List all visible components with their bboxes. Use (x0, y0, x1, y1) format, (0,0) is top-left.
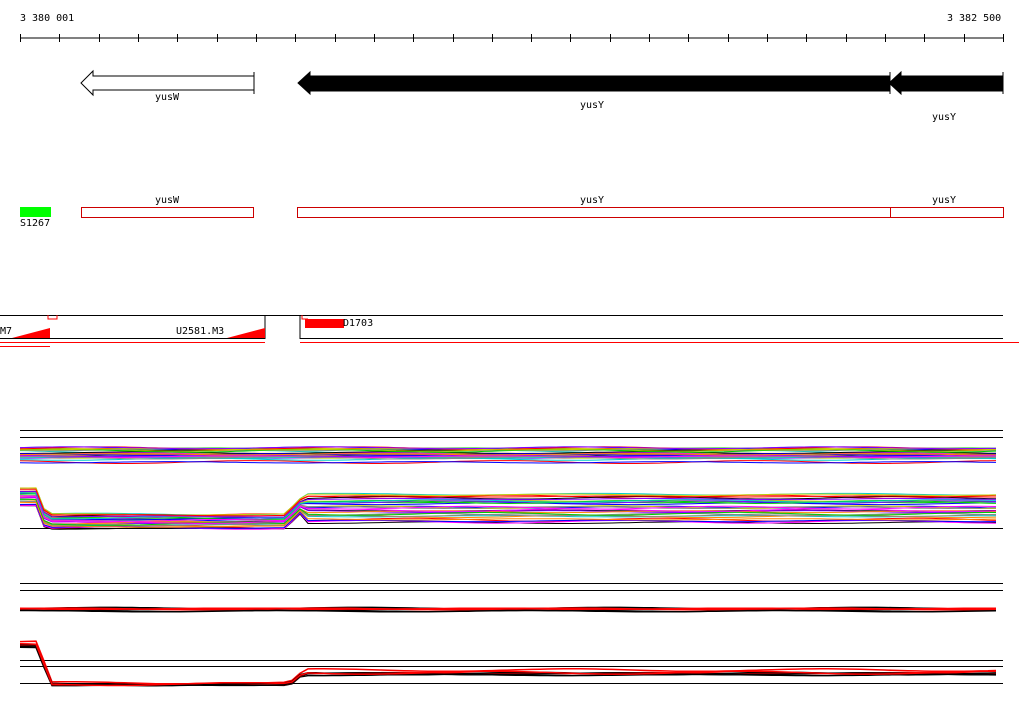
profile-track-3 (19, 583, 1003, 613)
marker-label: S1267 (20, 218, 51, 229)
profile-track-1 (19, 430, 1003, 464)
profile-line (19, 640, 997, 686)
profile-track-4 (19, 640, 1003, 687)
segment-track (0, 315, 1019, 347)
marker-s1267[interactable] (20, 207, 51, 217)
feature-track (20, 207, 1004, 218)
genome-browser-canvas (0, 34, 1019, 687)
profile-line (19, 645, 996, 687)
segment-ramp-u2581[interactable] (227, 328, 265, 338)
gene-arrow-yusy-1[interactable] (297, 70, 891, 96)
ruler-end-label: 3 382 500 (947, 13, 1002, 24)
ruler-start-label: 3 380 001 (20, 13, 75, 24)
profile-line (20, 643, 997, 687)
profile-line (20, 609, 997, 613)
track2-lines (19, 487, 997, 530)
feature-box-yusy-1[interactable] (297, 207, 891, 218)
segment-label-u2581: U2581.M3 (176, 326, 225, 337)
feature-label-yusy-1: yusY (579, 195, 605, 206)
profile-line (20, 645, 996, 686)
segment-block-d1703[interactable] (305, 319, 344, 328)
gene-label-yusw: yusW (154, 92, 180, 103)
segment-ramp-m7[interactable] (12, 328, 50, 338)
segment-label-m7: M7 (0, 326, 13, 337)
gene-label-yusy-1: yusY (579, 100, 605, 111)
track1-lines (19, 446, 997, 464)
track4-lines (19, 640, 997, 687)
ruler (20, 34, 1004, 42)
track3-lines (19, 606, 997, 613)
profile-track-2 (19, 487, 1003, 530)
gene-arrow-yusy-2[interactable] (888, 70, 1004, 96)
feature-label-yusy-2: yusY (931, 195, 957, 206)
feature-box-yusw[interactable] (81, 207, 254, 218)
feature-label-yusw: yusW (154, 195, 180, 206)
feature-box-yusy-2[interactable] (890, 207, 1004, 218)
gene-label-yusy-2: yusY (931, 112, 957, 123)
gene-track (80, 69, 1004, 97)
segment-label-d1703: D1703 (343, 318, 374, 329)
profile-line (19, 642, 996, 687)
